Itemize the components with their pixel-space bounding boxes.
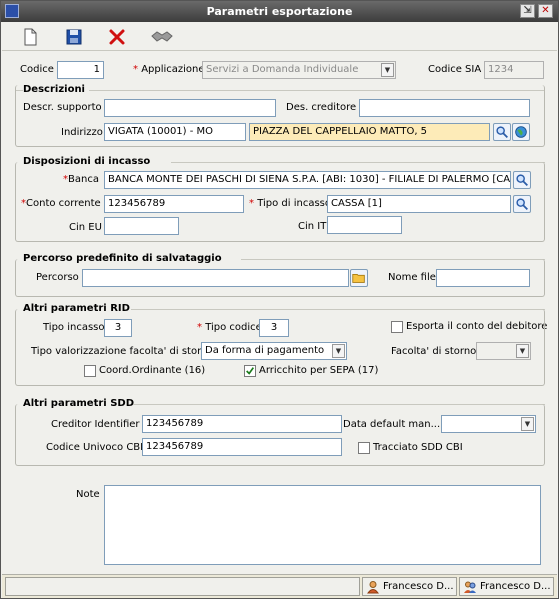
applicazione-value: Servizi a Domanda Individuale <box>206 64 359 75</box>
status-user-1[interactable]: Francesco D... <box>362 577 457 596</box>
window-title: Parametri esportazione <box>206 5 353 18</box>
status-user-1-label: Francesco D... <box>383 581 454 592</box>
codice-sia-label: Codice SIA <box>428 64 482 75</box>
close-window-icon[interactable]: ✕ <box>538 4 553 18</box>
disposizioni-group <box>15 162 545 242</box>
save-disk-icon[interactable] <box>64 27 84 47</box>
handshake-icon[interactable] <box>150 27 174 47</box>
toolbar <box>2 23 557 51</box>
codice-sia-field[interactable]: 1234 <box>484 61 544 79</box>
delete-x-icon[interactable] <box>107 27 127 47</box>
status-user-2-label: Francesco D... <box>480 581 551 592</box>
rid-group <box>15 309 545 386</box>
applicazione-select[interactable]: Servizi a Domanda Individuale ▼ <box>202 61 396 79</box>
status-message <box>5 577 360 596</box>
codice-field[interactable]: 1 <box>57 61 104 79</box>
chevron-down-icon[interactable]: ▼ <box>381 63 394 77</box>
user-icon <box>367 581 379 594</box>
minimize-icon[interactable]: ⇲ <box>520 4 535 18</box>
codice-label: Codice <box>20 64 54 75</box>
sdd-group <box>15 404 545 466</box>
status-bar: Francesco D... Francesco D... <box>2 574 557 598</box>
applicazione-label: * Applicazione <box>133 64 205 75</box>
status-user-2[interactable]: Francesco D... <box>459 577 554 596</box>
descrizioni-group <box>15 85 545 147</box>
note-textarea[interactable] <box>104 485 541 565</box>
export-parameters-window: Parametri esportazione ⇲ ✕ Codice 1 * Ap… <box>0 0 559 599</box>
title-bar[interactable]: Parametri esportazione ⇲ ✕ <box>1 1 558 22</box>
new-document-icon[interactable] <box>20 27 40 47</box>
note-label: Note <box>76 489 100 500</box>
percorso-group <box>15 259 545 297</box>
users-icon <box>464 581 476 593</box>
app-icon <box>5 4 19 18</box>
